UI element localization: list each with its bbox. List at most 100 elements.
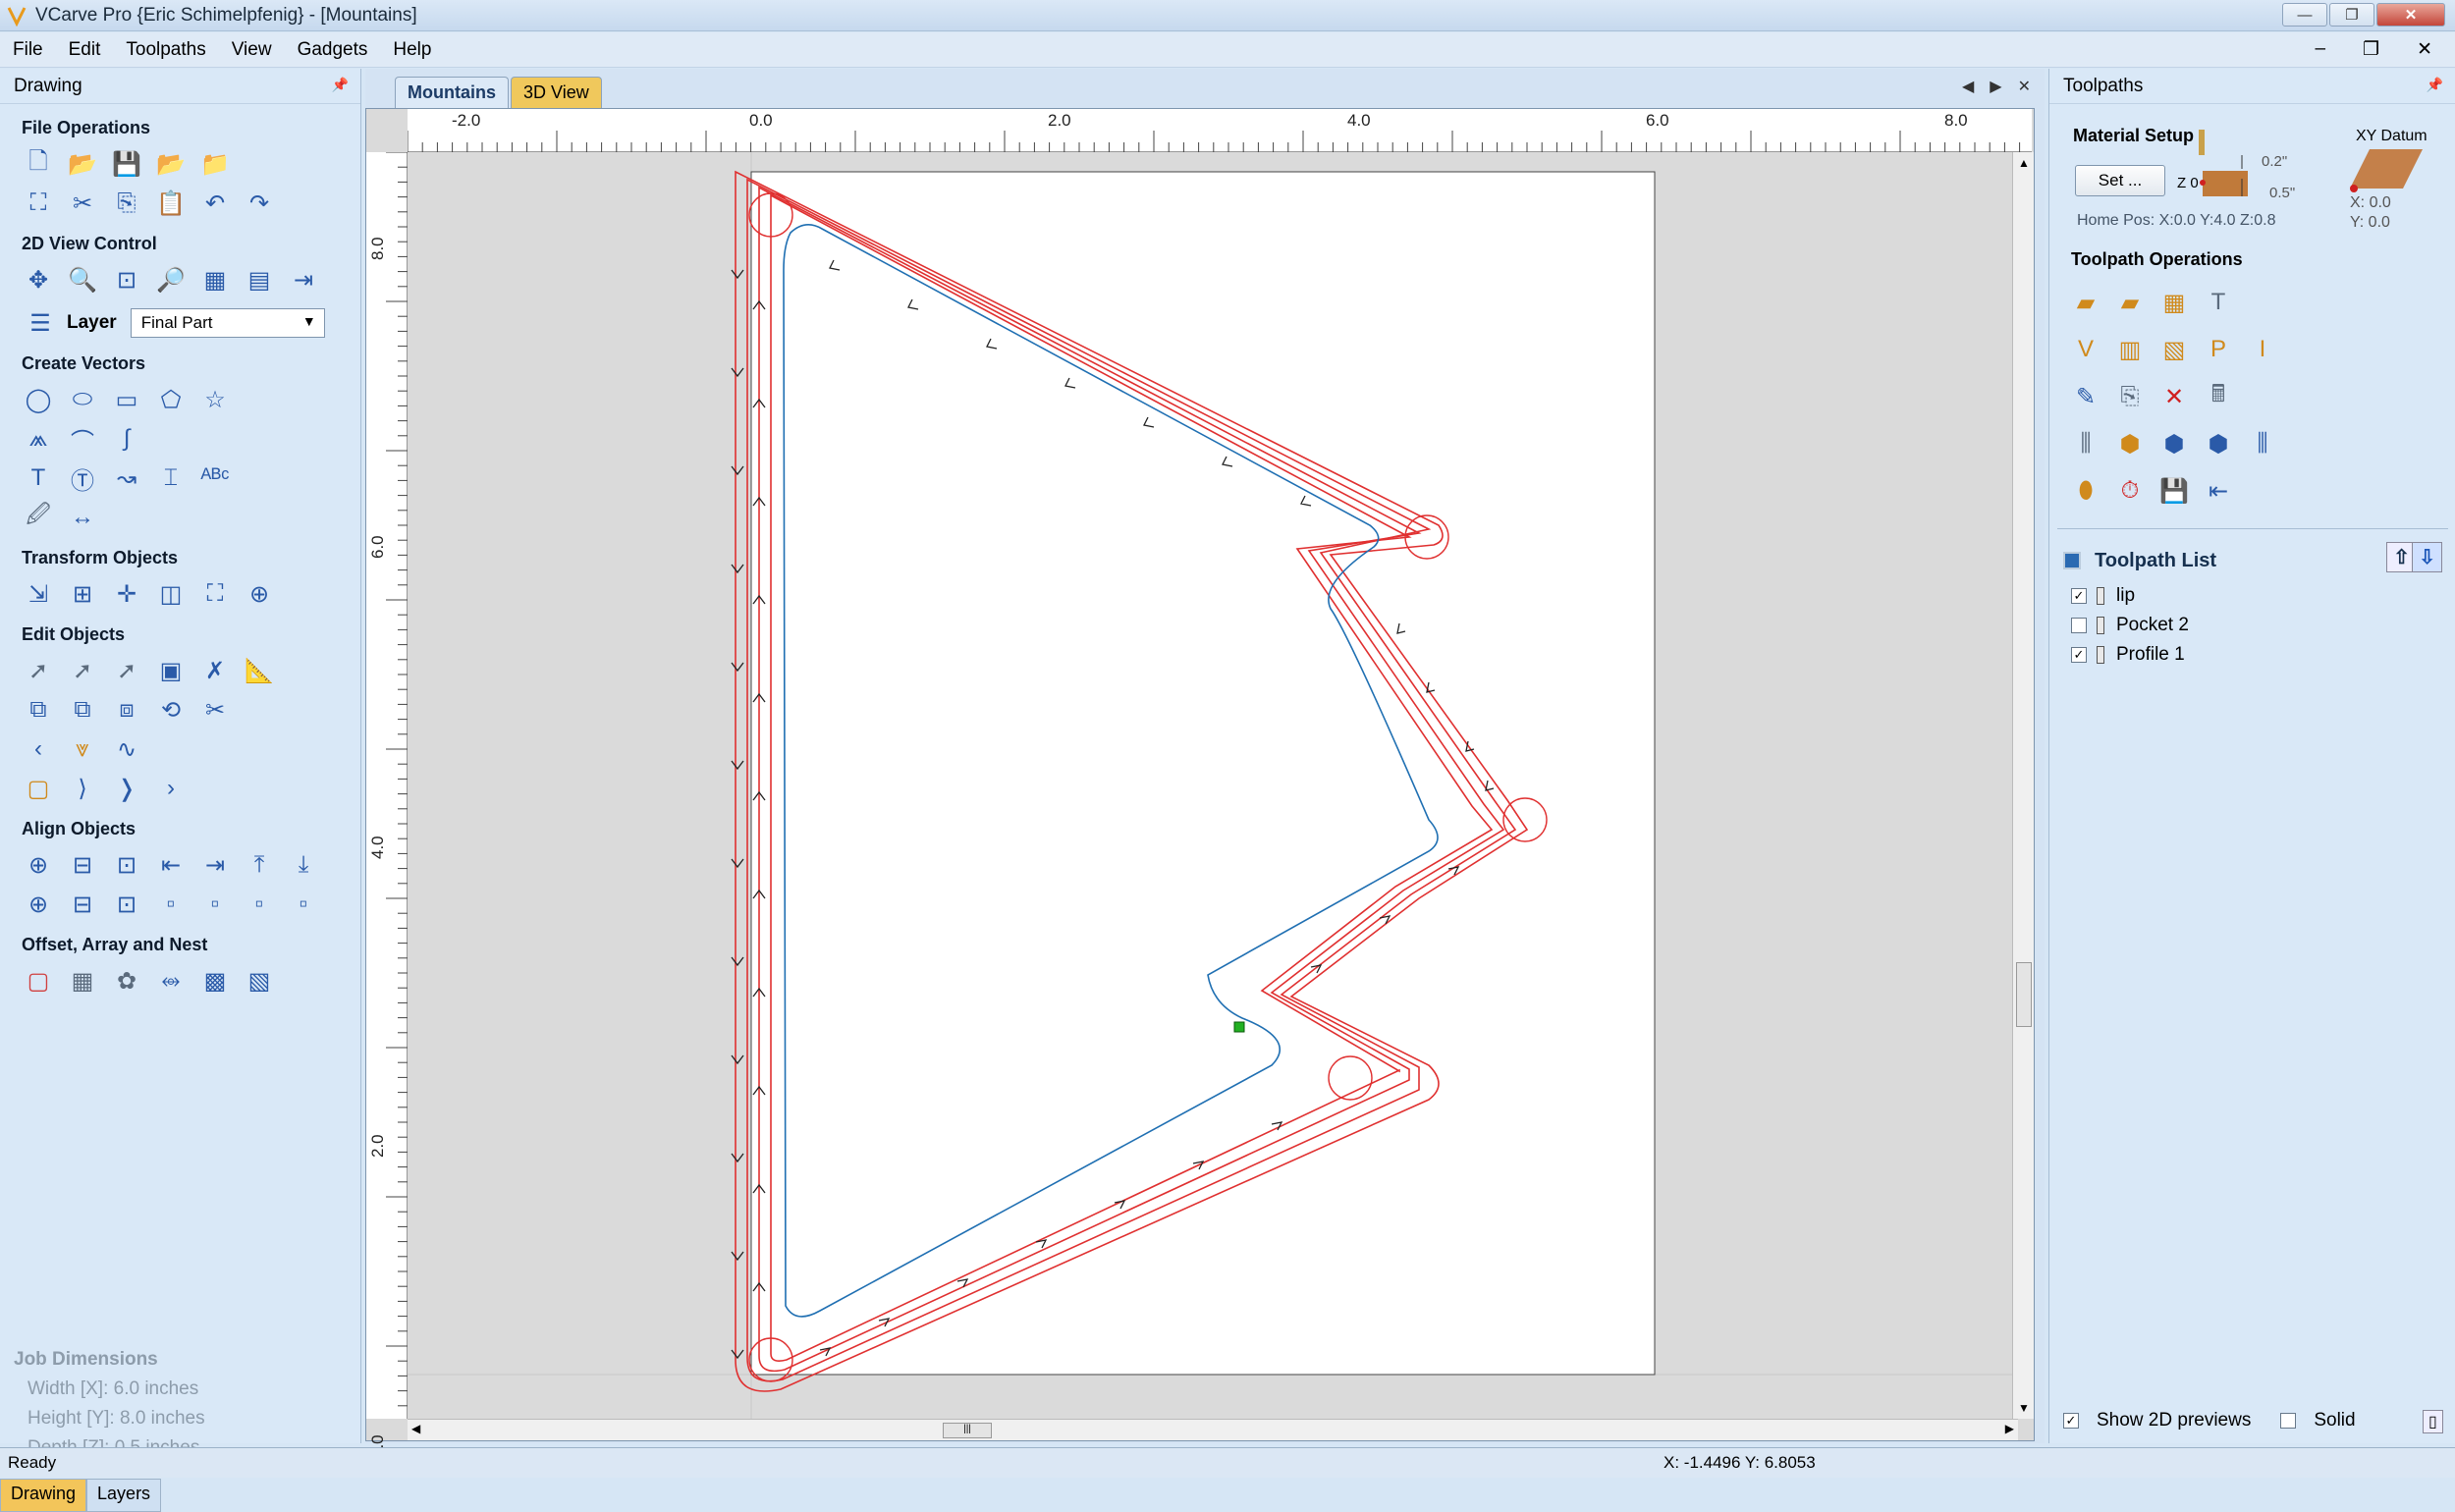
text-block-icon[interactable]: Ⓣ (66, 461, 99, 495)
solid-checkbox[interactable] (2280, 1413, 2297, 1429)
recalculate-icon[interactable]: ⬢ (2113, 427, 2147, 460)
2d-viewport[interactable]: -2.0 0.0 2.0 4.0 6.0 8.0 8.0 6.0 4.0 2.0… (365, 108, 2035, 1458)
zoom-icon[interactable]: 🔍 (66, 263, 99, 297)
show-2d-previews-checkbox[interactable]: ✓ (2063, 1413, 2079, 1429)
node-edit-icon[interactable]: ➚ (66, 654, 99, 687)
toolpath-summary-icon[interactable]: ⫼ (2246, 427, 2279, 460)
corner-icon[interactable]: › (154, 772, 188, 805)
scroll-right-icon[interactable]: ▶ (2005, 1422, 2014, 1435)
toolpath-checkbox[interactable] (2071, 618, 2087, 633)
paste-icon[interactable]: 📋 (154, 187, 188, 220)
undo-icon[interactable]: ↶ (198, 187, 232, 220)
grid-icon[interactable]: ▤ (243, 263, 276, 297)
align-center-h-icon[interactable]: ⊟ (66, 848, 99, 882)
preview-toolpaths-icon[interactable]: ⬮ (2069, 474, 2102, 508)
rectangle-icon[interactable]: ▭ (110, 383, 143, 416)
list-item[interactable]: Pocket 2 (2063, 611, 2442, 640)
vertical-scroll-thumb[interactable] (2016, 962, 2032, 1027)
material-set-button[interactable]: Set ... (2075, 165, 2165, 196)
xy-datum-icon[interactable] (2350, 149, 2428, 198)
prism-toolpath-icon[interactable]: P (2202, 333, 2235, 366)
dimension-icon[interactable]: ↔ (66, 501, 99, 534)
profile-toolpath-icon[interactable]: ▰ (2069, 286, 2102, 319)
vertical-scrollbar[interactable]: ▲ ▼ (2012, 152, 2034, 1419)
move-down-icon[interactable]: ⇩ (2412, 542, 2442, 572)
abc-text-icon[interactable]: ᴬᴮᶜ (198, 461, 232, 495)
offset-icon[interactable]: ▢ (22, 964, 55, 998)
tool-database-icon[interactable]: ⫼ (2069, 427, 2102, 460)
mdi-restore-button[interactable]: ❐ (2350, 38, 2392, 61)
star-icon[interactable]: ☆ (198, 383, 232, 416)
tab-close-icon[interactable]: ✕ (2018, 77, 2031, 96)
tab-prev-icon[interactable]: ◀ (1962, 77, 1974, 96)
center-in-material-icon[interactable]: ⊕ (22, 888, 55, 921)
import-icon[interactable]: 📂 (154, 147, 188, 181)
scroll-up-icon[interactable]: ▲ (2018, 156, 2030, 170)
menu-edit[interactable]: Edit (56, 39, 114, 61)
scroll-down-icon[interactable]: ▼ (2018, 1401, 2030, 1415)
align-left-icon[interactable]: ⇤ (154, 848, 188, 882)
save-toolpath-icon[interactable]: 💾 (2157, 474, 2191, 508)
polyline-icon[interactable]: ⩕ (22, 422, 55, 456)
fluting-toolpath-icon[interactable]: ▥ (2113, 333, 2147, 366)
move-icon[interactable]: ⇲ (22, 577, 55, 611)
curve-icon[interactable]: ⌒ (66, 422, 99, 456)
open-file-icon[interactable]: 📂 (66, 147, 99, 181)
layer-select[interactable]: Final Part ▼ (130, 308, 325, 338)
align-centers-icon[interactable]: ⊕ (22, 848, 55, 882)
pin-icon[interactable]: 📌 (332, 77, 349, 93)
join-icon[interactable]: ⟲ (154, 693, 188, 727)
zoom-window-icon[interactable]: 🔎 (154, 263, 188, 297)
space-h2-icon[interactable]: ▫ (198, 888, 232, 921)
toolpath-import-icon[interactable]: ⇤ (2202, 474, 2235, 508)
time-estimate-icon[interactable]: ⏱ (2113, 474, 2147, 508)
polygon-icon[interactable]: ⬠ (154, 383, 188, 416)
array-copy-icon[interactable]: ▦ (66, 964, 99, 998)
scale-icon[interactable]: ⊞ (66, 577, 99, 611)
drawing-canvas[interactable] (408, 152, 2018, 1419)
snap-icon[interactable]: ⇥ (287, 263, 320, 297)
nest-parts-icon[interactable]: ▧ (243, 964, 276, 998)
scroll-left-icon[interactable]: ◀ (411, 1422, 420, 1435)
space-h-icon[interactable]: ▫ (154, 888, 188, 921)
edit-toolpath-icon[interactable]: ✎ (2069, 380, 2102, 413)
copy-icon[interactable]: ⎘ (110, 187, 143, 220)
circular-array-icon[interactable]: ✿ (110, 964, 143, 998)
copy-along-vector-icon[interactable]: ⥈ (154, 964, 188, 998)
tab-3d-view[interactable]: 3D View (511, 77, 602, 108)
pin-icon[interactable]: 📌 (2427, 77, 2443, 93)
vcarve-toolpath-icon[interactable]: V (2069, 333, 2102, 366)
space-v2-icon[interactable]: ▫ (287, 888, 320, 921)
menu-file[interactable]: File (0, 39, 56, 61)
select-all-icon[interactable]: ⛶ (22, 187, 55, 220)
save-icon[interactable]: 💾 (110, 147, 143, 181)
new-file-icon[interactable]: 🗋 (22, 147, 55, 181)
list-item[interactable]: ✓ Profile 1 (2063, 640, 2442, 670)
intersect-icon[interactable]: ⧈ (110, 693, 143, 727)
horizontal-scrollbar[interactable]: ◀ ||| ▶ (408, 1419, 2018, 1440)
align-center-v-icon[interactable]: ⊡ (110, 848, 143, 882)
align-bottom-icon[interactable]: ⤓ (287, 848, 320, 882)
cut-icon[interactable]: ✂ (66, 187, 99, 220)
delete-toolpath-icon[interactable]: ✕ (2157, 380, 2191, 413)
mdi-close-button[interactable]: ✕ (2404, 38, 2445, 61)
pan-icon[interactable]: ✥ (22, 263, 55, 297)
panel-options-icon[interactable]: ▯ (2423, 1410, 2443, 1433)
tab-mountains[interactable]: Mountains (395, 77, 509, 108)
toolpath-checkbox[interactable]: ✓ (2071, 588, 2087, 604)
group-icon[interactable]: ▣ (154, 654, 188, 687)
mdi-minimize-button[interactable]: – (2302, 38, 2338, 61)
tab-drawing[interactable]: Drawing (0, 1479, 87, 1512)
toolpath-checkbox[interactable]: ✓ (2071, 647, 2087, 663)
bitmap-trace-icon[interactable]: 🖉 (22, 501, 55, 534)
copy-toolpath-icon[interactable]: ⎘ (2113, 380, 2147, 413)
ellipse-icon[interactable]: ⬭ (66, 383, 99, 416)
measure-icon[interactable]: 📐 (243, 654, 276, 687)
calculator-icon[interactable]: 🖩 (2202, 380, 2235, 413)
select-icon[interactable]: ➚ (22, 654, 55, 687)
merge-toolpaths-icon[interactable]: ⬢ (2157, 427, 2191, 460)
nest-icon[interactable]: ▩ (198, 964, 232, 998)
auto-layout-text-icon[interactable]: ⌶ (154, 461, 188, 495)
text-on-curve-icon[interactable]: ↝ (110, 461, 143, 495)
redo-icon[interactable]: ↷ (243, 187, 276, 220)
